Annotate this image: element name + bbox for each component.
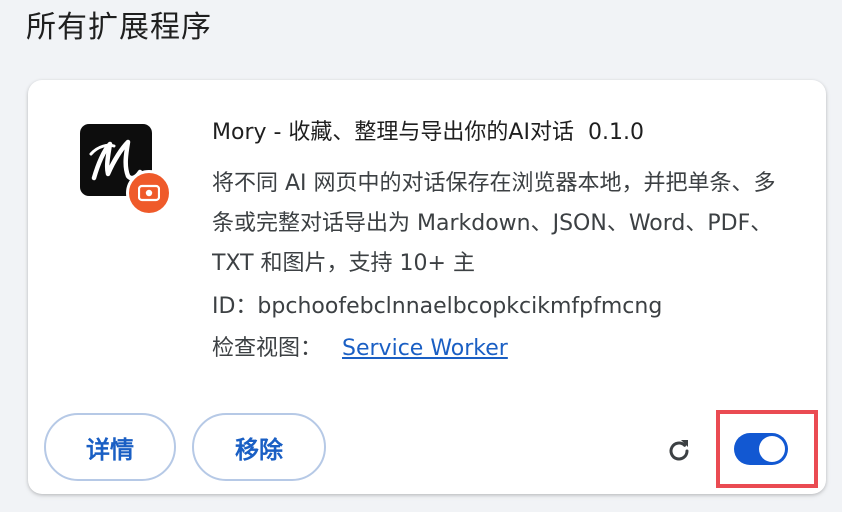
service-worker-link[interactable]: Service Worker	[342, 336, 508, 361]
inspect-views: 检查视图： Service Worker	[212, 332, 508, 366]
extension-name: Mory - 收藏、整理与导出你的AI对话	[212, 120, 574, 145]
camera-badge-icon	[126, 170, 172, 216]
extension-id: ID：bpchoofebclnnaelbcopkcikmfpfmcng	[212, 294, 663, 319]
extension-card: Mory - 收藏、整理与导出你的AI对话 0.1.0 将不同 AI 网页中的对话…	[28, 80, 826, 494]
inspect-views-label: 检查视图：	[212, 336, 323, 361]
reload-icon[interactable]	[662, 434, 696, 468]
extension-version: 0.1.0	[587, 120, 644, 145]
section-title: 所有扩展程序	[26, 10, 212, 45]
details-button[interactable]: 详情	[44, 413, 176, 481]
extension-description: 将不同 AI 网页中的对话保存在浏览器本地，并把单条、多条或完整对话导出为 Ma…	[212, 171, 776, 276]
toggle-knob	[759, 436, 785, 462]
extension-icon	[80, 124, 176, 220]
enable-toggle[interactable]	[734, 433, 788, 465]
remove-button[interactable]: 移除	[192, 413, 326, 481]
extension-title-row: Mory - 收藏、整理与导出你的AI对话 0.1.0	[212, 118, 644, 148]
